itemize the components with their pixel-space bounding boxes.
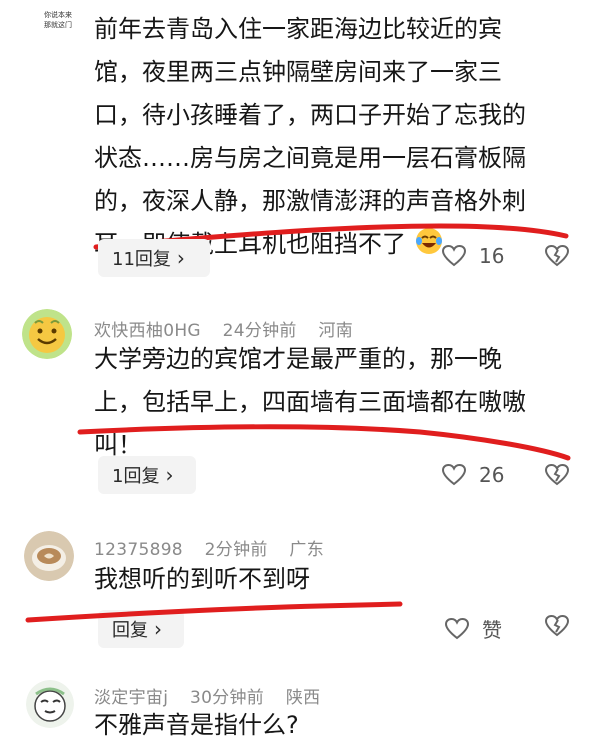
comment-2-line-1: 大学旁边的宾馆才是最严重的，那一晚 <box>94 345 502 373</box>
comment-3-time: 2分钟前 <box>204 540 268 560</box>
comment-2-text: 大学旁边的宾馆才是最严重的，那一晚 上，包括早上，四面墙有三面墙都在嗷嗷 叫！ <box>94 338 584 467</box>
comment-3-reply-button[interactable]: 回复 › <box>98 610 184 648</box>
broken-heart-icon <box>544 463 570 486</box>
comment-2-reply-label: 1回复 <box>112 466 160 487</box>
comment-1-line-4: 状态……房与房之间竟是用一层石膏板隔 <box>94 144 526 172</box>
comment-3-location: 广东 <box>289 540 325 560</box>
broken-heart-icon <box>544 244 570 267</box>
comment-4-text: 不雅声音是指什么? <box>94 704 584 747</box>
heart-icon <box>444 617 470 639</box>
comment-1-reply-label: 11回复 <box>112 249 171 270</box>
comment-3-like-label: 赞 <box>482 618 502 642</box>
comment-2-like-button[interactable]: 26 <box>441 463 504 487</box>
comment-1-line-2: 馆，夜里两三点钟隔壁房间来了一家三 <box>94 58 502 86</box>
comment-2-reply-button[interactable]: 1回复 › <box>98 456 196 494</box>
comment-4-avatar[interactable] <box>26 680 74 728</box>
heart-icon <box>441 244 467 267</box>
comment-3-reply-label: 回复 <box>112 620 148 641</box>
comment-2-line-2: 上，包括早上，四面墙有三面墙都在嗷嗷 <box>94 388 526 416</box>
comment-1-dislike-button[interactable] <box>544 244 570 272</box>
broken-heart-icon <box>544 614 570 637</box>
comment-3-like-button[interactable]: 赞 <box>444 614 502 643</box>
comment-3-line-1: 我想听的到听不到呀 <box>94 565 310 593</box>
comment-4-line-1: 不雅声音是指什么? <box>94 711 299 739</box>
comment-3-avatar[interactable] <box>24 531 74 581</box>
comment-1-like-button[interactable]: 16 <box>441 244 504 268</box>
comment-2-dislike-button[interactable] <box>544 463 570 491</box>
comment-2-avatar[interactable] <box>22 309 72 359</box>
comment-1-line-3: 口，待小孩睡着了，两口子开始了忘我的 <box>94 101 526 129</box>
chevron-right-icon: › <box>154 617 162 641</box>
chevron-right-icon: › <box>165 463 174 487</box>
comment-3-username[interactable]: 12375898 <box>94 540 183 560</box>
comment-2-like-count: 26 <box>479 463 505 487</box>
comment-1-reply-button[interactable]: 11回复 › <box>98 239 210 277</box>
comment-1-line-1: 前年去青岛入住一家距海边比较近的宾 <box>94 15 502 43</box>
comment-1-like-count: 16 <box>479 244 505 268</box>
laughing-crying-emoji-icon <box>414 226 444 270</box>
comment-1-line-5: 的，夜深人静，那激情澎湃的声音格外刺 <box>94 187 526 215</box>
watermark-line1: 你说本来 <box>44 11 72 19</box>
chevron-right-icon: › <box>176 246 185 270</box>
watermark-line2: 那就这门 <box>44 21 72 29</box>
comment-3-text: 我想听的到听不到呀 <box>94 558 584 601</box>
watermark-logo: 你说本来 那就这门 <box>34 10 82 30</box>
heart-icon <box>441 463 467 486</box>
comment-3-meta: 12375898 2分钟前 广东 <box>94 535 340 560</box>
comment-3-dislike-button[interactable] <box>544 614 570 642</box>
comment-1-text: 前年去青岛入住一家距海边比较近的宾 馆，夜里两三点钟隔壁房间来了一家三 口，待小… <box>94 8 584 270</box>
